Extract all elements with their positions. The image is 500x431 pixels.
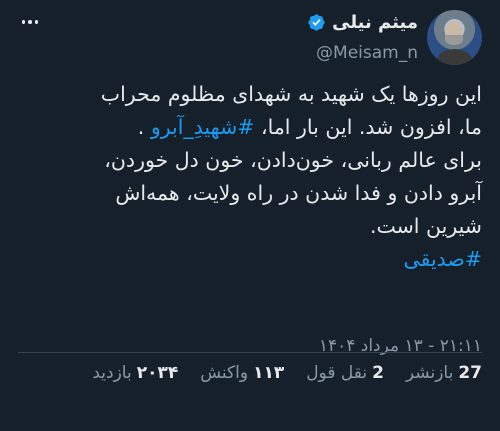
tweet-stats: 27 بازنشر 2 نقل قول ۱۱۳ واکنش ۲۰۳۴ بازدی… (92, 363, 482, 383)
author-name-row[interactable]: میثم نیلی (307, 12, 418, 33)
quotes-stat[interactable]: 2 نقل قول (306, 363, 384, 383)
tweet-line: شیرین است. (14, 210, 482, 243)
tweet-line-text: آبرو دادن و فدا شدن در راه ولایت، همه‌اش (115, 181, 482, 205)
dot (28, 20, 32, 24)
avatar[interactable] (427, 10, 482, 65)
tweet-line: #صدیقی (14, 243, 482, 276)
tweet-line: این روزها یک شهید به شهدای مظلوم محراب (14, 78, 482, 111)
avatar-beard (445, 35, 463, 45)
author-name[interactable]: میثم نیلی (332, 12, 418, 33)
tweet-line: برای عالم ربانی، خون‌دادن، خون دل خوردن، (14, 144, 482, 177)
quotes-count: 2 (372, 363, 384, 383)
avatar-body (437, 49, 472, 65)
tweet-line-text: برای عالم ربانی، خون‌دادن، خون دل خوردن، (104, 148, 482, 172)
hashtag-link[interactable]: #صدیقی (403, 247, 482, 271)
tweet-timestamp[interactable]: ۲۱:۱۱ - ۱۳ مرداد ۱۴۰۴ (319, 336, 482, 356)
dot (21, 20, 26, 24)
views-count: ۲۰۳۴ (136, 363, 179, 383)
tweet-text: این روزها یک شهید به شهدای مظلوم محراب م… (14, 78, 482, 276)
likes-count: ۱۱۳ (253, 363, 285, 383)
tweet-line-text: این روزها یک شهید به شهدای مظلوم محراب (100, 82, 482, 106)
tweet-line: ما، افزون شد. این بار اما، #شهیدِ_آبرو . (14, 111, 482, 144)
views-stat[interactable]: ۲۰۳۴ بازدید (92, 363, 178, 383)
divider (18, 352, 482, 353)
reposts-count: 27 (458, 363, 482, 383)
tweet-line-suffix: . (137, 115, 151, 139)
views-label: بازدید (92, 363, 132, 383)
more-options-icon[interactable] (18, 12, 42, 32)
likes-label: واکنش (200, 363, 249, 383)
author-handle[interactable]: @Meisam_n (316, 43, 418, 63)
tweet-line-text: شیرین است. (369, 214, 482, 238)
tweet-line-text: ما، افزون شد. این بار اما، (254, 115, 482, 139)
hashtag-link[interactable]: #شهیدِ_آبرو (151, 115, 255, 139)
tweet-card: میثم نیلی @Meisam_n این روزها یک شهید به… (0, 0, 500, 431)
tweet-line: آبرو دادن و فدا شدن در راه ولایت، همه‌اش (14, 177, 482, 210)
reposts-stat[interactable]: 27 بازنشر (406, 363, 482, 383)
dot (34, 20, 39, 24)
reposts-label: بازنشر (405, 363, 454, 383)
verified-badge-icon (308, 14, 325, 31)
quotes-label: نقل قول (306, 363, 368, 383)
likes-stat[interactable]: ۱۱۳ واکنش (200, 363, 284, 383)
